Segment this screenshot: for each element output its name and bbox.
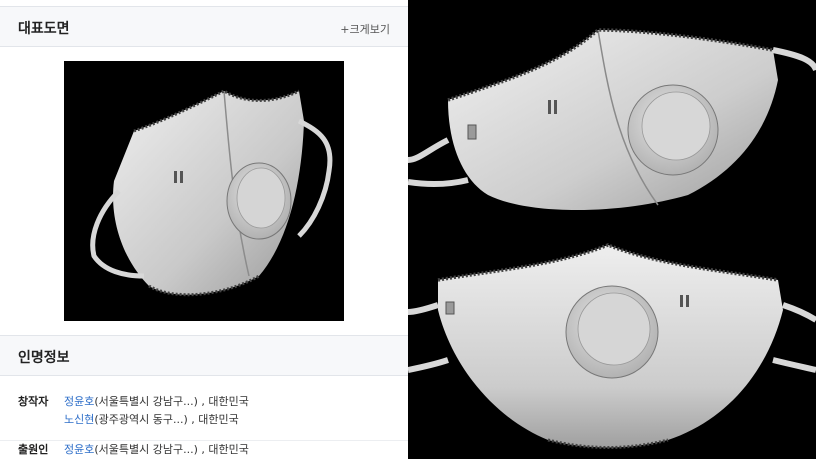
representative-drawing-header: 대표도면 +크게보기 <box>0 6 408 47</box>
enlarge-link[interactable]: +크게보기 <box>340 21 390 37</box>
inventor-label: 창작자 <box>18 395 49 408</box>
person-info-title: 인명정보 <box>18 350 70 366</box>
applicant-name-link[interactable]: 정윤호 <box>64 443 94 456</box>
mask-front-view-image <box>408 243 816 449</box>
mask-three-quarter-illustration <box>90 89 333 297</box>
applicant-entry: 정윤호(서울특별시 강남구...) , 대한민국 <box>64 441 249 457</box>
inventor-entry: 노신현(광주광역시 동구...) , 대한민국 <box>64 411 239 427</box>
inventor-row: 창작자 정윤호(서울특별시 강남구...) , 대한민국 노신현(광주광역시 동… <box>0 393 408 429</box>
person-info-header: 인명정보 <box>0 335 408 376</box>
applicant-row: 출원인 정윤호(서울특별시 강남구...) , 대한민국 <box>0 440 408 458</box>
inventor-detail: (서울특별시 강남구...) , 대한민국 <box>94 395 249 408</box>
applicant-label: 출원인 <box>18 443 49 456</box>
representative-drawing-title: 대표도면 <box>18 21 70 37</box>
inventor-name-link[interactable]: 노신현 <box>64 413 94 426</box>
mask-angled-view-image <box>408 28 816 210</box>
drawing-viewer-panel <box>408 0 816 459</box>
patent-info-panel: 대표도면 +크게보기 인명정보 창작자 정윤호(서울특별시 강남구...) , … <box>0 0 408 459</box>
inventor-entry: 정윤호(서울특별시 강남구...) , 대한민국 <box>64 393 249 409</box>
inventor-name-link[interactable]: 정윤호 <box>64 395 94 408</box>
representative-drawing-image[interactable] <box>64 61 344 321</box>
inventor-detail: (광주광역시 동구...) , 대한민국 <box>94 413 239 426</box>
applicant-detail: (서울특별시 강남구...) , 대한민국 <box>94 443 249 456</box>
